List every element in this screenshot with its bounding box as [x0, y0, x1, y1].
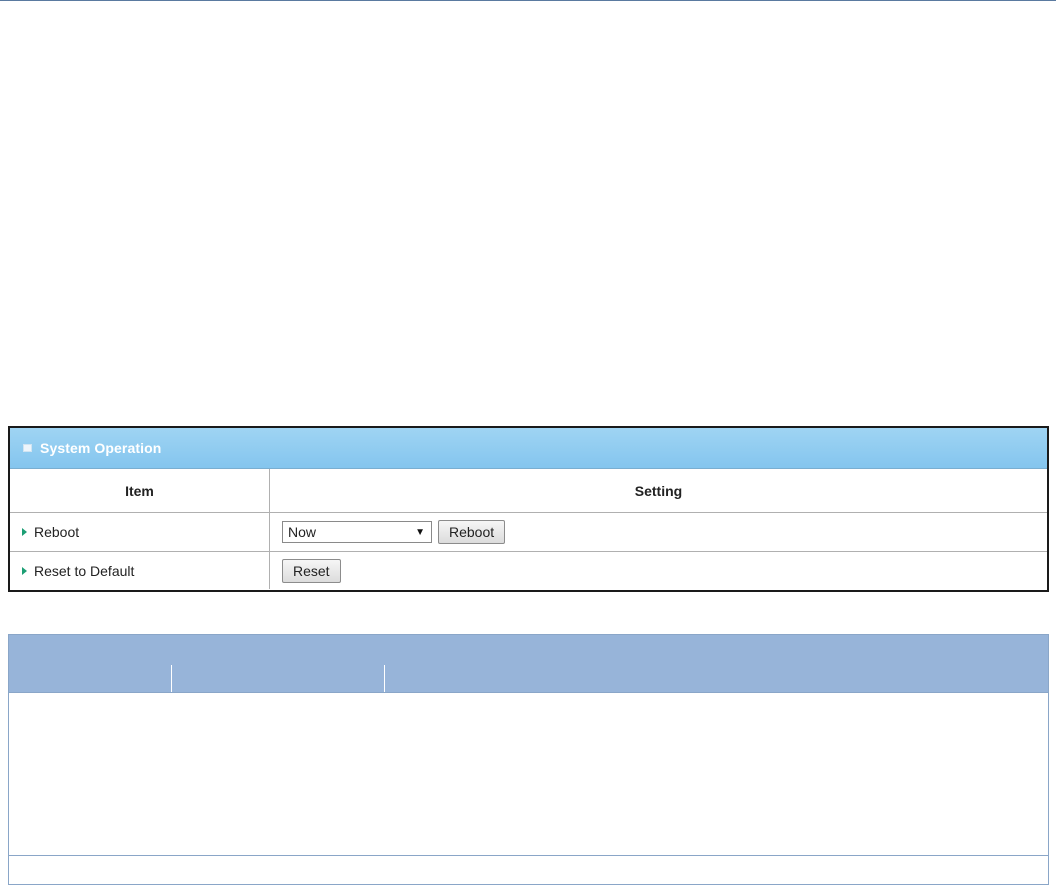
description-table-body — [9, 692, 1048, 855]
chevron-down-icon: ▼ — [415, 526, 425, 538]
column-header-item: Item — [10, 469, 270, 512]
reset-button[interactable]: Reset — [282, 558, 341, 583]
header-column-divider — [384, 665, 385, 692]
reboot-item-cell: Reboot — [10, 513, 270, 551]
description-table — [8, 634, 1049, 856]
top-border-line — [0, 0, 1056, 1]
description-table-footer-row — [8, 855, 1049, 885]
header-column-divider — [171, 665, 172, 692]
reboot-setting-cell: Now ▼ Reboot — [270, 513, 1047, 551]
reboot-schedule-value: Now — [288, 524, 317, 540]
reboot-label: Reboot — [34, 524, 80, 540]
reset-default-label: Reset to Default — [34, 562, 135, 579]
reset-setting-cell: Reset — [270, 552, 1047, 589]
system-operation-panel: System Operation Item Setting Reboot Now… — [8, 426, 1049, 592]
panel-square-icon — [23, 444, 32, 452]
triangle-right-icon — [22, 566, 27, 575]
column-header-row: Item Setting — [10, 469, 1047, 513]
reboot-schedule-select[interactable]: Now ▼ — [282, 521, 432, 543]
column-header-setting: Setting — [634, 482, 683, 499]
reboot-button[interactable]: Reboot — [438, 520, 506, 544]
description-table-header — [9, 635, 1048, 692]
panel-title: System Operation — [40, 440, 162, 456]
reset-item-cell: Reset to Default — [10, 552, 270, 589]
reboot-row: Reboot Now ▼ Reboot — [10, 513, 1047, 552]
panel-header: System Operation — [10, 428, 1047, 469]
triangle-right-icon — [22, 528, 27, 536]
reset-default-row: Reset to Default Reset — [10, 552, 1047, 589]
